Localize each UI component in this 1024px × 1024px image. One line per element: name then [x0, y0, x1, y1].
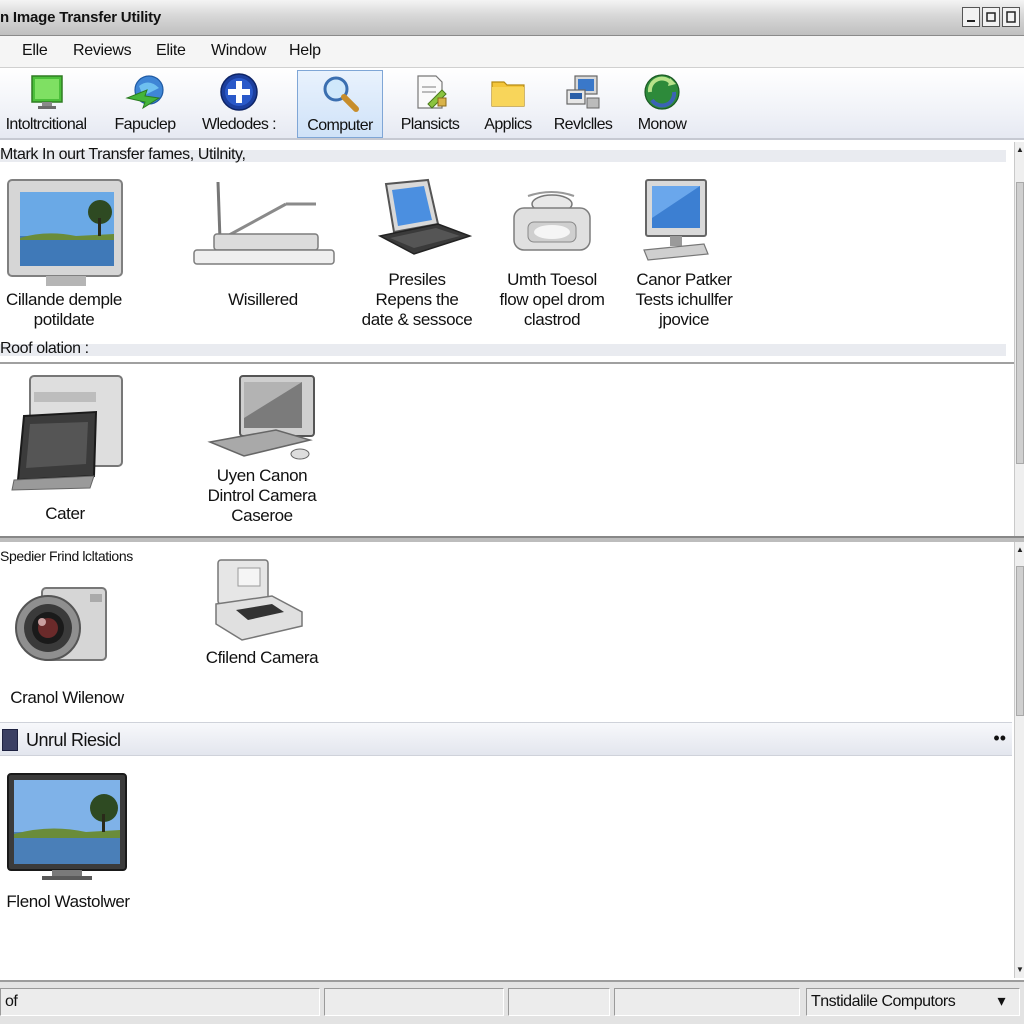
- section-header: Roof olation :: [0, 340, 89, 357]
- menu-reviews[interactable]: Reviews: [73, 42, 132, 60]
- toolbar-label: Computer: [307, 117, 373, 134]
- status-cell: [508, 988, 610, 1016]
- device-caption: Wisillered: [228, 290, 298, 309]
- scanner-icon: [193, 181, 335, 265]
- device-caption: Umth Toesol flow opel drom clastrod: [499, 270, 605, 329]
- toolbar-label: Plansicts: [400, 116, 460, 133]
- toolbar-button-fapuclep[interactable]: Fapuclep: [106, 70, 184, 136]
- window-title: n Image Transfer Utility: [0, 9, 162, 26]
- scroll-up-icon[interactable]: ▲: [1015, 544, 1024, 556]
- status-dropdown[interactable]: Tnstidalile Computors ▾: [806, 988, 1020, 1016]
- status-dropdown-label: Tnstidalile Computors: [811, 993, 956, 1010]
- computer-terminal-icon: [207, 375, 315, 460]
- title-bar: n Image Transfer Utility: [0, 0, 1024, 36]
- window-controls: [962, 7, 1020, 27]
- section-transfer-frames: Mtark In ourt Transfer fames, Utilnity, …: [0, 142, 1014, 360]
- plus-circle-icon: [220, 73, 258, 111]
- menu-file[interactable]: Elle: [22, 42, 48, 60]
- scroll-thumb[interactable]: [1016, 566, 1024, 716]
- toolbar-button-wledodes[interactable]: Wledodes :: [198, 70, 280, 136]
- monitor-landscape-icon: [7, 179, 123, 286]
- status-cell: [324, 988, 504, 1016]
- device-item[interactable]: Umth Toesol flow opel drom clastrod: [490, 178, 614, 338]
- menu-bar: Elle Reviews Elite Window Help: [0, 36, 1024, 68]
- close-icon: [1006, 11, 1016, 23]
- toolbar-label: Wledodes :: [201, 116, 277, 133]
- photo-printer-icon: [215, 559, 303, 641]
- device-item[interactable]: Cranol Wilenow: [0, 578, 134, 712]
- device-item[interactable]: Canor Patker Tests ichullfer jpovice: [622, 178, 746, 338]
- scroll-down-icon[interactable]: ▼: [1015, 964, 1024, 976]
- section-strip: [0, 344, 1006, 356]
- section-header: Spedier Frind lcltations: [0, 548, 133, 564]
- chevron-down-icon: ▾: [997, 993, 1005, 1010]
- scroll-up-icon[interactable]: ▲: [1015, 144, 1024, 156]
- maximize-icon: [986, 12, 996, 22]
- device-item[interactable]: Cater: [0, 372, 130, 528]
- toolbar-button-intoltrcitional[interactable]: Intoltrcitional: [0, 70, 92, 136]
- device-caption: Cfilend Camera: [205, 648, 319, 667]
- device-caption: Presiles Repens the date & sessoce: [361, 270, 473, 329]
- device-caption: Canor Patker Tests ichullfer jpovice: [635, 270, 733, 329]
- toolbar-button-plansicts[interactable]: Plansicts: [394, 70, 466, 136]
- device-item[interactable]: Uyen Canon Dintrol Camera Caseroe: [194, 372, 330, 528]
- bottom-pane-scrollbar[interactable]: ▲ ▼: [1014, 542, 1024, 978]
- group-icon: [2, 729, 18, 751]
- minimize-icon: [967, 20, 975, 22]
- globe-arrow-icon: [125, 75, 164, 110]
- device-item[interactable]: Presiles Repens the date & sessoce: [350, 178, 484, 338]
- device-caption: Flenol Wastolwer: [6, 892, 130, 911]
- card-printer-icon: [11, 375, 123, 491]
- toolbar-label: Revlclles: [553, 116, 613, 133]
- toolbar-label: Intoltrcitional: [5, 116, 87, 133]
- section-divider: [0, 362, 1014, 364]
- toolbar-button-monow[interactable]: Monow: [628, 70, 696, 136]
- group-title: Unrul Riesicl: [26, 730, 121, 750]
- menu-window[interactable]: Window: [211, 42, 266, 60]
- printer-icon: [513, 191, 591, 251]
- toolbar-label: Applics: [484, 116, 532, 133]
- device-caption: Uyen Canon Dintrol Camera Caseroe: [207, 466, 317, 525]
- toolbar-button-applics[interactable]: Applics: [476, 70, 540, 136]
- toolbar: Intoltrcitional Fapuclep Wledodes : Comp…: [0, 68, 1024, 140]
- toolbar-label: Monow: [637, 116, 687, 133]
- monitor-landscape-icon: [7, 773, 127, 880]
- maximize-button[interactable]: [982, 7, 1000, 27]
- device-item[interactable]: Wisillered: [186, 178, 340, 338]
- menu-edit[interactable]: Elite: [156, 42, 186, 60]
- minimize-button[interactable]: [962, 7, 980, 27]
- status-bar: of Tnstidalile Computors ▾: [0, 980, 1024, 1024]
- pane-splitter[interactable]: [0, 536, 1024, 542]
- toolbar-label: Fapuclep: [114, 116, 176, 133]
- toolbar-button-computer[interactable]: Computer: [297, 70, 383, 138]
- scroll-thumb[interactable]: [1016, 182, 1024, 464]
- menu-help[interactable]: Help: [289, 42, 321, 60]
- more-icon[interactable]: ••: [993, 728, 1006, 749]
- folder-icon: [491, 81, 525, 107]
- status-cell: [614, 988, 800, 1016]
- laptop-icon: [377, 178, 472, 255]
- recycle-arrows-icon: [644, 74, 680, 110]
- section-header: Mtark In ourt Transfer fames, Utilnity,: [0, 146, 246, 163]
- device-item[interactable]: Cfilend Camera: [194, 552, 330, 676]
- magnifier-icon: [323, 76, 359, 112]
- camera-icon: [15, 587, 107, 661]
- status-cell-primary: of: [0, 988, 320, 1016]
- device-item[interactable]: Cillande demple potildate: [0, 178, 130, 338]
- device-caption: Cillande demple potildate: [6, 290, 122, 329]
- device-caption: Cranol Wilenow: [10, 688, 124, 707]
- desktop-monitor-icon: [643, 179, 709, 261]
- group-header-bar[interactable]: Unrul Riesicl ••: [0, 722, 1012, 756]
- top-pane-scrollbar[interactable]: ▲: [1014, 142, 1024, 538]
- monitor-green-icon: [31, 75, 63, 109]
- document-pencil-icon: [417, 75, 447, 109]
- devices-icon: [566, 75, 600, 109]
- device-item[interactable]: Flenol Wastolwer: [0, 772, 136, 918]
- toolbar-button-revlclles[interactable]: Revlclles: [549, 70, 617, 136]
- device-caption: Cater: [45, 504, 85, 523]
- close-button[interactable]: [1002, 7, 1020, 27]
